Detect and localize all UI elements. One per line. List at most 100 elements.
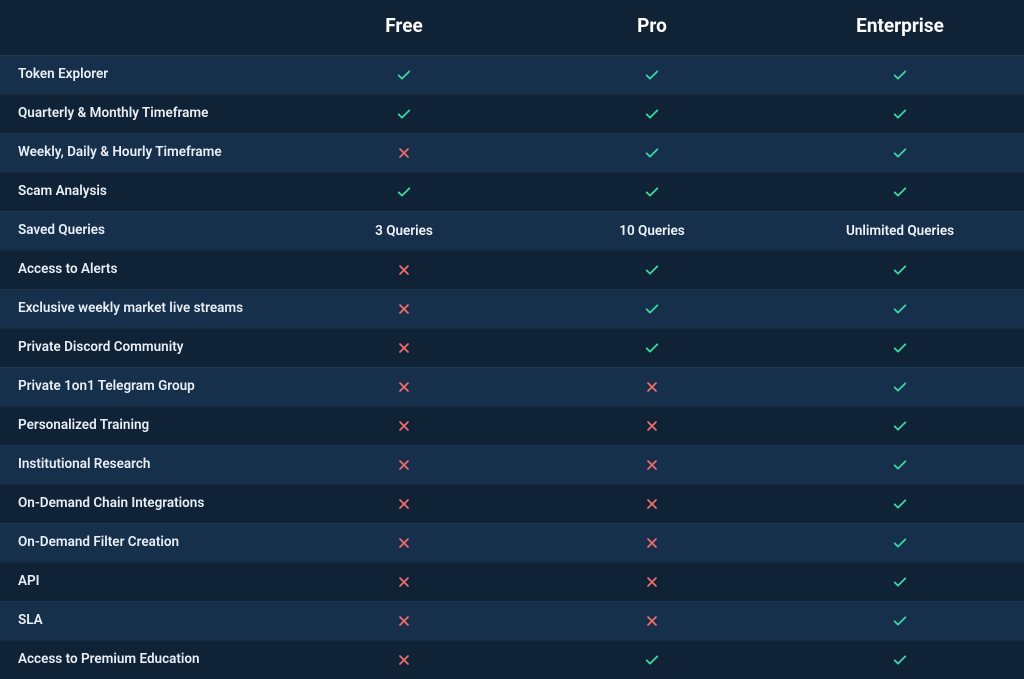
cross-icon [396, 262, 412, 278]
table-row: Scam Analysis [0, 172, 1024, 211]
feature-cell: 3 Queries [280, 212, 528, 250]
cross-icon [396, 652, 412, 668]
feature-cell [528, 290, 776, 328]
feature-label: Personalized Training [0, 407, 280, 445]
feature-cell [280, 563, 528, 601]
feature-label: Access to Premium Education [0, 641, 280, 679]
table-row: Quarterly & Monthly Timeframe [0, 94, 1024, 133]
feature-cell [280, 524, 528, 562]
check-icon [892, 340, 908, 356]
cross-icon [396, 379, 412, 395]
cross-icon [396, 145, 412, 161]
feature-cell: Unlimited Queries [776, 212, 1024, 250]
feature-cell [776, 407, 1024, 445]
check-icon [892, 184, 908, 200]
cross-icon [396, 457, 412, 473]
feature-cell [776, 329, 1024, 367]
feature-cell [528, 173, 776, 211]
feature-label: Weekly, Daily & Hourly Timeframe [0, 134, 280, 172]
feature-cell [280, 407, 528, 445]
feature-cell [776, 485, 1024, 523]
feature-text-value: 3 Queries [375, 223, 433, 239]
feature-label: Access to Alerts [0, 251, 280, 289]
check-icon [892, 457, 908, 473]
pricing-comparison-table: Free Pro Enterprise Token ExplorerQuarte… [0, 0, 1024, 679]
table-row: Access to Alerts [0, 250, 1024, 289]
table-row: API [0, 562, 1024, 601]
plan-header-pro: Pro [528, 0, 776, 55]
table-row: Private Discord Community [0, 328, 1024, 367]
check-icon [644, 67, 660, 83]
table-row: SLA [0, 601, 1024, 640]
check-icon [892, 613, 908, 629]
table-row: Weekly, Daily & Hourly Timeframe [0, 133, 1024, 172]
feature-cell [280, 602, 528, 640]
feature-label: Token Explorer [0, 56, 280, 94]
feature-cell [776, 641, 1024, 679]
check-icon [396, 67, 412, 83]
table-row: Institutional Research [0, 445, 1024, 484]
feature-cell [776, 134, 1024, 172]
feature-cell [280, 56, 528, 94]
table-row: On-Demand Chain Integrations [0, 484, 1024, 523]
cross-icon [396, 574, 412, 590]
feature-label: Scam Analysis [0, 173, 280, 211]
feature-cell [776, 56, 1024, 94]
feature-cell [280, 290, 528, 328]
table-row: Access to Premium Education [0, 640, 1024, 679]
cross-icon [396, 340, 412, 356]
feature-text-value: Unlimited Queries [846, 223, 954, 239]
check-icon [644, 340, 660, 356]
cross-icon [396, 496, 412, 512]
feature-text-value: 10 Queries [619, 223, 684, 239]
feature-cell [280, 173, 528, 211]
cross-icon [644, 574, 660, 590]
feature-cell [528, 134, 776, 172]
feature-cell [528, 446, 776, 484]
check-icon [892, 262, 908, 278]
feature-cell [776, 446, 1024, 484]
cross-icon [396, 301, 412, 317]
check-icon [892, 496, 908, 512]
feature-cell [528, 563, 776, 601]
table-row: Personalized Training [0, 406, 1024, 445]
check-icon [644, 301, 660, 317]
check-icon [644, 106, 660, 122]
feature-cell [528, 641, 776, 679]
cross-icon [644, 496, 660, 512]
feature-cell [528, 524, 776, 562]
feature-cell [280, 134, 528, 172]
feature-label: Private Discord Community [0, 329, 280, 367]
feature-label: On-Demand Chain Integrations [0, 485, 280, 523]
cross-icon [644, 379, 660, 395]
feature-cell [776, 563, 1024, 601]
feature-label: SLA [0, 602, 280, 640]
feature-label: On-Demand Filter Creation [0, 524, 280, 562]
check-icon [892, 379, 908, 395]
table-header-row: Free Pro Enterprise [0, 0, 1024, 55]
feature-cell [528, 485, 776, 523]
feature-cell [776, 173, 1024, 211]
feature-cell [280, 641, 528, 679]
feature-label: Exclusive weekly market live streams [0, 290, 280, 328]
check-icon [892, 574, 908, 590]
feature-cell [528, 95, 776, 133]
feature-cell [280, 485, 528, 523]
feature-cell [280, 251, 528, 289]
cross-icon [644, 535, 660, 551]
check-icon [892, 145, 908, 161]
feature-cell [528, 407, 776, 445]
feature-label: Institutional Research [0, 446, 280, 484]
check-icon [892, 535, 908, 551]
plan-header-enterprise: Enterprise [776, 0, 1024, 55]
table-row: Saved Queries3 Queries10 QueriesUnlimite… [0, 211, 1024, 250]
feature-cell [528, 56, 776, 94]
cross-icon [396, 535, 412, 551]
check-icon [644, 145, 660, 161]
plan-header-free: Free [280, 0, 528, 55]
table-row: Exclusive weekly market live streams [0, 289, 1024, 328]
table-row: Token Explorer [0, 55, 1024, 94]
check-icon [892, 106, 908, 122]
check-icon [644, 184, 660, 200]
feature-cell [280, 95, 528, 133]
